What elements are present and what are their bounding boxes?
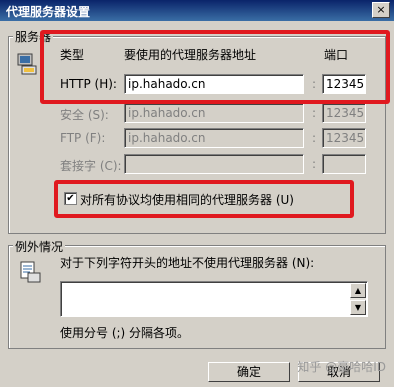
ftp-port-input[interactable]: 12345 — [322, 128, 366, 148]
network-computer-icon — [17, 53, 37, 75]
exceptions-legend: 例外情况 — [13, 238, 66, 255]
secure-port-input[interactable]: 12345 — [322, 103, 366, 123]
close-icon: × — [376, 3, 386, 16]
socks-address-input[interactable] — [124, 154, 304, 174]
ftp-address-input[interactable]: ip.hahado.cn — [124, 128, 304, 148]
socks-label: 套接字 (C): — [60, 159, 122, 173]
ftp-colon: : — [312, 131, 317, 145]
ftp-label: FTP (F): — [60, 131, 106, 145]
secure-colon: : — [312, 106, 317, 120]
exceptions-description: 对于下列字符开头的地址不使用代理服务器 (N): — [60, 256, 315, 270]
scroll-up-icon[interactable]: ▲ — [350, 283, 366, 298]
socks-port-input[interactable] — [322, 154, 366, 174]
title-bar: 代理服务器设置 × — [0, 0, 394, 21]
ok-button[interactable]: 确定 — [208, 362, 290, 382]
close-button[interactable]: × — [372, 2, 390, 18]
socks-colon: : — [312, 157, 317, 171]
exceptions-scrollbar[interactable]: ▲ ▼ — [350, 283, 366, 315]
highlight-box-checkbox — [54, 180, 354, 218]
highlight-box-servers — [40, 30, 390, 104]
window-title: 代理服务器设置 — [6, 5, 91, 19]
secure-label: 安全 (S): — [60, 108, 109, 122]
exceptions-textarea[interactable]: ▲ ▼ — [60, 281, 368, 317]
document-exception-icon — [20, 261, 41, 283]
exceptions-hint: 使用分号 (;) 分隔各项。 — [60, 326, 190, 340]
scroll-down-icon[interactable]: ▼ — [350, 300, 366, 315]
watermark: 知乎 @豪哈哈ID — [297, 360, 386, 374]
secure-address-input[interactable]: ip.hahado.cn — [124, 103, 304, 123]
